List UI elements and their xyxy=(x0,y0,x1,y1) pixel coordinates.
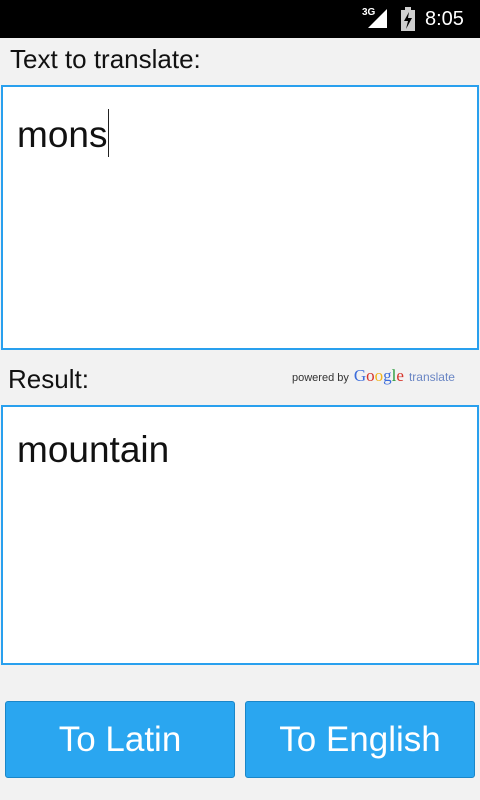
google-logo: Google xyxy=(353,366,404,385)
text-cursor xyxy=(108,109,110,157)
input-text: mons xyxy=(17,114,108,155)
result-text-field[interactable]: mountain xyxy=(1,405,479,665)
google-translate-attribution: powered by Google translate xyxy=(292,366,455,386)
to-latin-button[interactable]: To Latin xyxy=(5,701,235,778)
input-text-field[interactable]: mons xyxy=(1,85,479,350)
clock: 8:05 xyxy=(425,8,464,30)
battery-charging-icon xyxy=(401,7,415,31)
signal-icon xyxy=(368,9,387,28)
input-label: Text to translate: xyxy=(10,44,201,74)
to-english-button[interactable]: To English xyxy=(245,701,475,778)
status-bar: 3G 8:05 xyxy=(0,0,480,38)
powered-by-text: powered by xyxy=(292,372,349,384)
translate-text: translate xyxy=(408,370,455,384)
result-label: Result: xyxy=(8,364,89,394)
result-text: mountain xyxy=(17,429,170,470)
